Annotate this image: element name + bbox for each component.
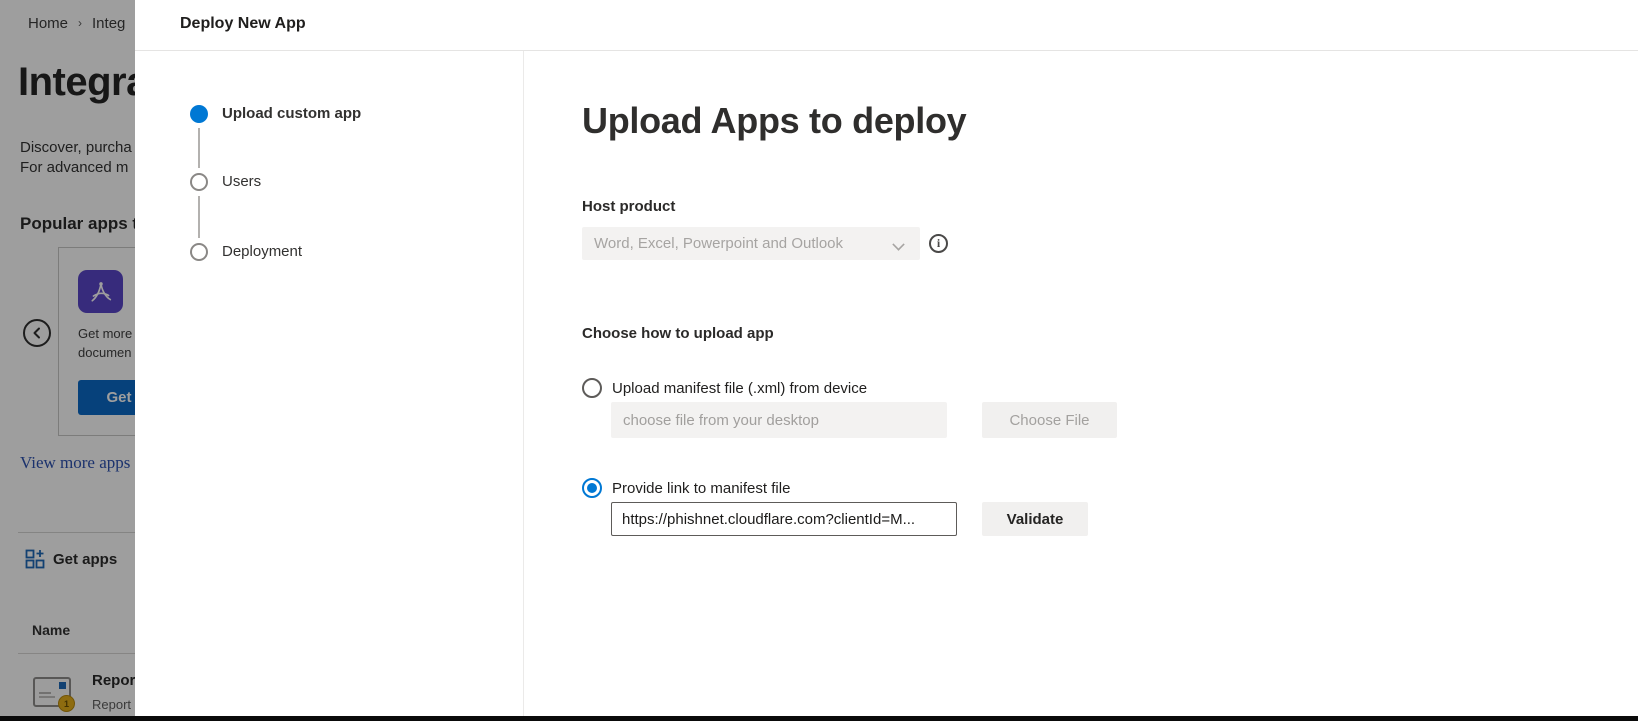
panel-title: Deploy New App — [180, 15, 306, 33]
radio-upload-manifest-file[interactable] — [582, 378, 602, 398]
info-icon[interactable]: i — [929, 234, 948, 253]
radio-provide-link-label[interactable]: Provide link to manifest file — [612, 480, 790, 497]
step-indicator-users — [190, 173, 208, 191]
manifest-link-input[interactable] — [611, 502, 957, 536]
chevron-down-icon — [892, 238, 904, 250]
step-indicator-deployment — [190, 243, 208, 261]
screen: Home › Integ Integra Discover, purcha Fo… — [0, 0, 1638, 721]
step-upload-custom-app[interactable]: Upload custom app — [222, 105, 361, 122]
manifest-file-input[interactable] — [611, 402, 947, 438]
step-indicator-upload-custom-app — [190, 105, 208, 123]
radio-provide-link[interactable] — [582, 478, 602, 498]
choose-file-button[interactable]: Choose File — [982, 402, 1117, 438]
step-connector — [198, 128, 200, 168]
host-product-label: Host product — [582, 198, 675, 215]
choose-upload-label: Choose how to upload app — [582, 325, 774, 342]
panel-header-divider — [135, 50, 1638, 51]
steps-content-divider — [523, 51, 524, 721]
radio-selected-dot — [587, 483, 597, 493]
content-heading: Upload Apps to deploy — [582, 100, 966, 142]
radio-upload-manifest-file-label[interactable]: Upload manifest file (.xml) from device — [612, 380, 867, 397]
step-connector — [198, 196, 200, 238]
step-users[interactable]: Users — [222, 173, 261, 190]
host-product-select[interactable]: Word, Excel, Powerpoint and Outlook — [582, 227, 920, 260]
host-product-value: Word, Excel, Powerpoint and Outlook — [594, 227, 843, 260]
deploy-new-app-panel: Deploy New App Upload custom app Users D… — [135, 0, 1638, 721]
step-deployment[interactable]: Deployment — [222, 243, 302, 260]
window-bottom-edge — [0, 716, 1638, 721]
validate-button[interactable]: Validate — [982, 502, 1088, 536]
